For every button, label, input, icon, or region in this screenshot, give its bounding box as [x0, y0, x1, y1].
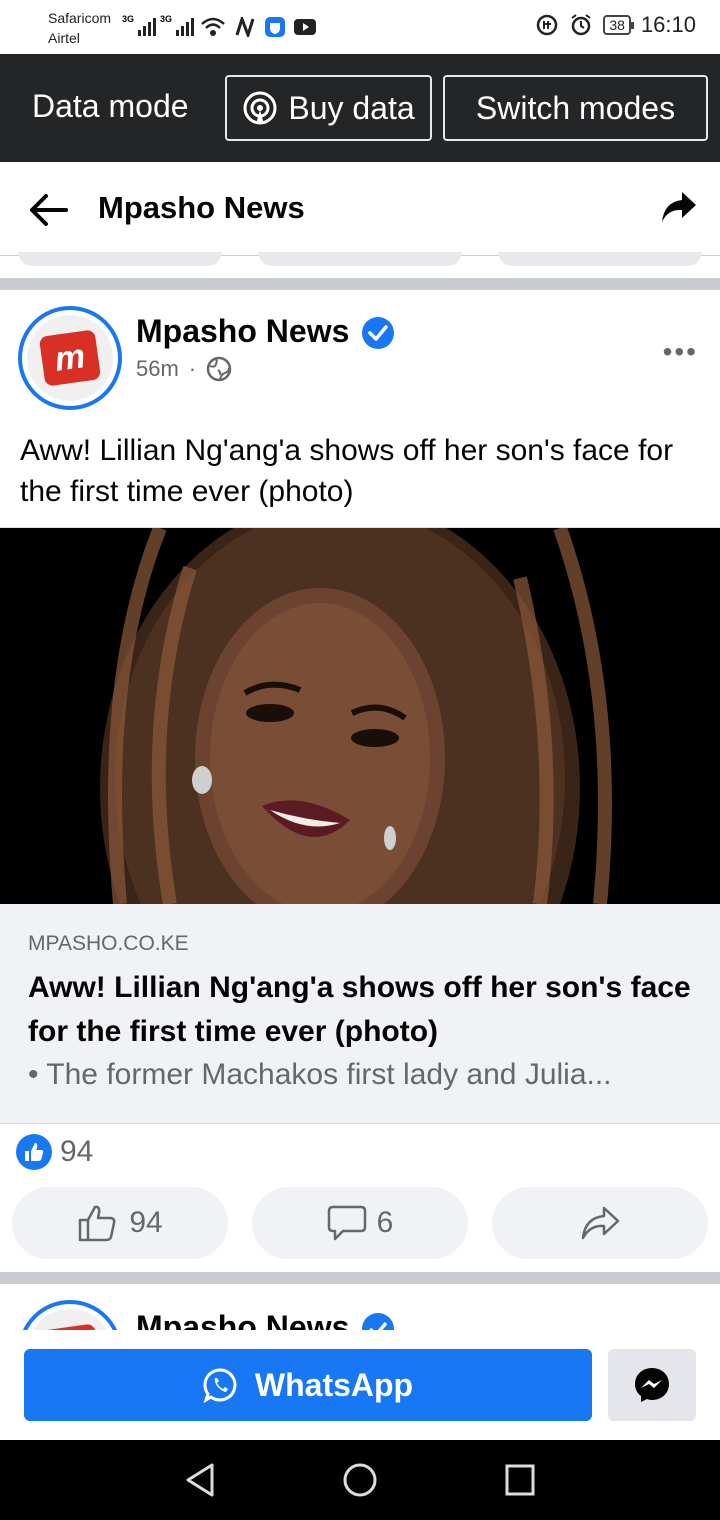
- link-domain: MPASHO.CO.KE: [28, 932, 189, 955]
- thumbs-up-icon: [79, 1205, 116, 1242]
- broadcast-icon: [243, 91, 277, 125]
- link-description: • The former Machakos first lady and Jul…: [28, 1058, 612, 1091]
- nfc-icon: [235, 17, 255, 37]
- back-arrow-icon[interactable]: [26, 188, 70, 232]
- post-meta: 56m ·: [136, 356, 232, 382]
- wifi-icon: [201, 17, 225, 36]
- like-count: 94: [129, 1206, 163, 1239]
- post-image[interactable]: [0, 528, 720, 904]
- nav-back-icon[interactable]: [184, 1462, 216, 1498]
- youtube-icon: [294, 19, 316, 35]
- mpasho-logo: m: [38, 1323, 102, 1330]
- stories-strip-edge: [0, 252, 720, 278]
- messenger-icon: [635, 1368, 669, 1402]
- buy-data-label: Buy data: [288, 89, 415, 126]
- reaction-summary[interactable]: 94: [16, 1134, 93, 1170]
- link-title: Aww! Lillian Ng'ang'a shows off her son'…: [28, 971, 691, 1048]
- switch-modes-button[interactable]: Switch modes: [443, 75, 708, 141]
- buy-data-button[interactable]: Buy data: [225, 75, 432, 141]
- carrier-2: Airtel: [48, 30, 80, 46]
- signal-1-icon: 3G: [122, 14, 157, 36]
- share-icon[interactable]: [660, 188, 698, 226]
- comment-button[interactable]: 6: [252, 1187, 468, 1259]
- battery-indicator: 38: [603, 15, 634, 35]
- verified-badge-icon: [362, 317, 394, 349]
- like-reaction-icon: [16, 1134, 52, 1170]
- post-text: Aww! Lillian Ng'ang'a shows off her son'…: [20, 434, 674, 508]
- status-bar: Safaricom Airtel 3G 3G 38 16:10: [0, 0, 720, 54]
- carrier-names: Safaricom Airtel: [48, 8, 111, 48]
- verified-badge-icon: [362, 1313, 394, 1330]
- mpasho-logo: m: [38, 329, 102, 387]
- data-mode-bar: Data mode Buy data Switch modes: [0, 54, 720, 162]
- whatsapp-label: WhatsApp: [254, 1366, 414, 1403]
- nav-recents-icon[interactable]: [504, 1462, 536, 1498]
- globe-icon: [206, 356, 232, 382]
- portrait-photo: [0, 528, 720, 904]
- carrier-1: Safaricom: [48, 10, 112, 26]
- messenger-button[interactable]: [608, 1349, 696, 1421]
- whatsapp-icon: [203, 1368, 237, 1403]
- comment-icon: [327, 1205, 366, 1241]
- feed-separator: [0, 1272, 720, 1284]
- nav-home-icon[interactable]: [342, 1462, 378, 1498]
- feed-separator: [0, 278, 720, 290]
- signal-2-icon: 3G: [160, 14, 195, 36]
- page-avatar[interactable]: m: [18, 306, 122, 410]
- meta-separator: ·: [188, 356, 197, 381]
- next-post-preview: m Mpasho News: [0, 1284, 720, 1330]
- alarm-icon: [571, 14, 591, 36]
- post-menu-icon[interactable]: •••: [663, 336, 698, 368]
- next-post-page-name[interactable]: Mpasho News: [136, 1309, 349, 1330]
- bottom-action-bar: WhatsApp: [0, 1330, 720, 1440]
- page-header: Mpasho News: [0, 162, 720, 256]
- link-preview[interactable]: MPASHO.CO.KE Aww! Lillian Ng'ang'a shows…: [0, 904, 720, 1124]
- switch-modes-label: Switch modes: [475, 89, 676, 126]
- shield-app-icon: [265, 17, 285, 37]
- reaction-count: 94: [60, 1135, 94, 1168]
- page-title: Mpasho News: [98, 190, 305, 225]
- like-button[interactable]: 94: [12, 1187, 228, 1259]
- data-saver-icon: [537, 14, 558, 36]
- data-mode-label: Data mode: [32, 88, 189, 124]
- comment-count: 6: [376, 1206, 394, 1239]
- post-page-name[interactable]: Mpasho News: [136, 313, 349, 350]
- post-time: 56m: [136, 356, 179, 381]
- system-nav-bar: [0, 1440, 720, 1520]
- clock: 16:10: [640, 12, 696, 37]
- whatsapp-button[interactable]: WhatsApp: [24, 1349, 592, 1421]
- next-post-avatar[interactable]: m: [18, 1300, 122, 1330]
- share-arrow-icon: [581, 1206, 620, 1240]
- share-button[interactable]: [492, 1187, 708, 1259]
